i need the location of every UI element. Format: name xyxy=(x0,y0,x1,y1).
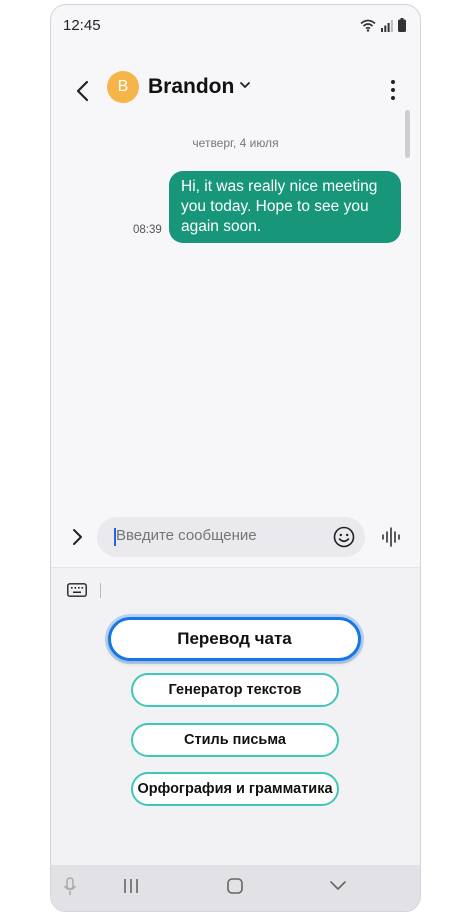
signal-icon xyxy=(381,20,393,32)
phone-screen: 12:45 B Brandon четверг, 4 июля Hi, it w… xyxy=(50,4,421,912)
spelling-grammar-button[interactable]: Орфография и грамматика xyxy=(131,772,339,806)
voice-recorder-icon[interactable] xyxy=(381,527,403,547)
message-timestamp: 08:39 xyxy=(133,224,162,236)
recent-apps-icon[interactable] xyxy=(123,877,139,895)
scrollbar[interactable] xyxy=(405,110,410,158)
contact-name[interactable]: Brandon xyxy=(148,75,234,99)
text-generator-button[interactable]: Генератор текстов xyxy=(131,673,339,707)
home-icon[interactable] xyxy=(226,877,244,895)
divider xyxy=(100,583,101,598)
battery-icon xyxy=(398,18,406,32)
status-time: 12:45 xyxy=(63,17,101,34)
message-input[interactable] xyxy=(116,527,316,544)
hide-keyboard-icon[interactable] xyxy=(329,877,347,895)
contact-avatar[interactable]: B xyxy=(107,71,139,103)
galaxy-ai-panel xyxy=(51,567,420,866)
wifi-icon xyxy=(360,19,376,32)
chat-translation-button[interactable]: Перевод чата xyxy=(108,617,361,661)
keyboard-icon[interactable] xyxy=(67,583,87,597)
microphone-icon[interactable] xyxy=(63,877,77,897)
chevron-right-icon[interactable] xyxy=(69,527,85,547)
status-icons xyxy=(360,18,406,32)
back-arrow-icon[interactable] xyxy=(69,77,97,105)
chevron-down-icon[interactable] xyxy=(239,79,251,91)
navigation-bar xyxy=(51,865,420,911)
date-separator: четверг, 4 июля xyxy=(192,136,279,150)
status-bar: 12:45 xyxy=(51,5,420,45)
conversation-header: B Brandon xyxy=(51,65,420,117)
emoji-icon[interactable] xyxy=(333,526,355,548)
writing-style-button[interactable]: Стиль письма xyxy=(131,723,339,757)
more-options-icon[interactable] xyxy=(388,77,398,103)
outgoing-message-bubble[interactable]: Hi, it was really nice meeting you today… xyxy=(169,171,401,243)
message-input-container[interactable] xyxy=(97,517,365,557)
